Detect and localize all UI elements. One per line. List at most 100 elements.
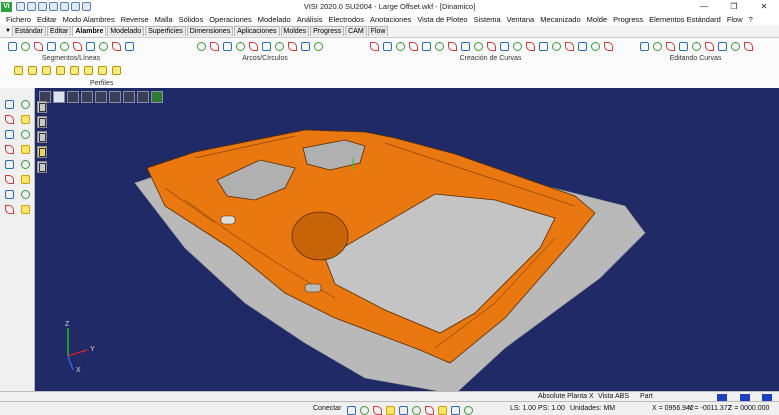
curve-tool-icon[interactable]	[550, 40, 561, 51]
menu-item[interactable]: Reverse	[118, 15, 152, 24]
menu-item[interactable]: Anotaciones	[367, 15, 414, 24]
tool-icon[interactable]	[3, 143, 15, 155]
tool-icon[interactable]	[3, 173, 15, 185]
tool-icon[interactable]	[19, 143, 31, 155]
menu-item[interactable]: ?	[746, 15, 756, 24]
tool-icon[interactable]	[19, 158, 31, 170]
profile-tool-icon[interactable]	[68, 64, 79, 75]
tool-icon[interactable]	[3, 158, 15, 170]
profile-tool-icon[interactable]	[40, 64, 51, 75]
tool-icon[interactable]	[19, 173, 31, 185]
status-tool-icon[interactable]	[345, 404, 356, 415]
profile-tool-icon[interactable]	[110, 64, 121, 75]
curve-tool-icon[interactable]	[664, 40, 675, 51]
curve-tool-icon[interactable]	[446, 40, 457, 51]
filter-icon[interactable]	[37, 101, 47, 113]
tool-icon[interactable]	[3, 188, 15, 200]
redo-icon[interactable]	[71, 2, 80, 11]
menu-item[interactable]: Modelado	[255, 15, 294, 24]
menu-item[interactable]: Sistema	[471, 15, 504, 24]
curve-tool-icon[interactable]	[742, 40, 753, 51]
status-tool-icon[interactable]	[410, 404, 421, 415]
curve-tool-icon[interactable]	[123, 40, 134, 51]
ribbon-tab[interactable]: CAM	[345, 26, 367, 36]
menu-item[interactable]: Operaciones	[206, 15, 255, 24]
new-file-icon[interactable]	[16, 2, 25, 11]
ribbon-tab[interactable]: Flow	[367, 26, 389, 36]
profile-tool-icon[interactable]	[12, 64, 23, 75]
ribbon-tab[interactable]: Modelado	[107, 26, 145, 36]
curve-tool-icon[interactable]	[19, 40, 30, 51]
curve-tool-icon[interactable]	[433, 40, 444, 51]
curve-tool-icon[interactable]	[6, 40, 17, 51]
curve-tool-icon[interactable]	[677, 40, 688, 51]
curve-tool-icon[interactable]	[563, 40, 574, 51]
ribbon-tab[interactable]: Aplicaciones	[234, 26, 280, 36]
save-icon[interactable]	[38, 2, 47, 11]
curve-tool-icon[interactable]	[299, 40, 310, 51]
status-tool-icon[interactable]	[436, 404, 447, 415]
status-tool-icon[interactable]	[462, 404, 473, 415]
undo-icon[interactable]	[60, 2, 69, 11]
view-box-icon[interactable]	[67, 91, 79, 103]
curve-tool-icon[interactable]	[221, 40, 232, 51]
curve-tool-icon[interactable]	[286, 40, 297, 51]
curve-tool-icon[interactable]	[208, 40, 219, 51]
status-tool-icon[interactable]	[397, 404, 408, 415]
tool-icon[interactable]	[19, 113, 31, 125]
status-tool-icon[interactable]	[423, 404, 434, 415]
tool-icon[interactable]	[3, 98, 15, 110]
filter-icon[interactable]	[37, 116, 47, 128]
view-left-icon[interactable]	[109, 91, 121, 103]
curve-tool-icon[interactable]	[58, 40, 69, 51]
curve-tool-icon[interactable]	[576, 40, 587, 51]
curve-tool-icon[interactable]	[260, 40, 271, 51]
view-front-icon[interactable]	[53, 91, 65, 103]
status-tool-icon[interactable]	[449, 404, 460, 415]
curve-tool-icon[interactable]	[638, 40, 649, 51]
ribbon-tab[interactable]: Superficies	[145, 26, 186, 36]
tool-icon[interactable]	[19, 203, 31, 215]
menu-item[interactable]: Flow	[724, 15, 746, 24]
tool-icon[interactable]	[19, 188, 31, 200]
maximize-button[interactable]: ❐	[719, 0, 749, 13]
status-tool-icon[interactable]	[384, 404, 395, 415]
curve-tool-icon[interactable]	[511, 40, 522, 51]
view-top-icon[interactable]	[81, 91, 93, 103]
3d-viewport[interactable]: Z Y X	[35, 88, 779, 401]
curve-tool-icon[interactable]	[524, 40, 535, 51]
menu-item[interactable]: Elementos Estándard	[646, 15, 724, 24]
menu-item[interactable]: Molde	[584, 15, 610, 24]
curve-tool-icon[interactable]	[368, 40, 379, 51]
menu-item[interactable]: Sólidos	[176, 15, 207, 24]
status-toggle[interactable]	[740, 394, 750, 401]
settings-icon[interactable]	[82, 2, 91, 11]
curve-tool-icon[interactable]	[589, 40, 600, 51]
status-toggle[interactable]	[762, 394, 772, 401]
menu-item[interactable]: Modo Alambres	[60, 15, 118, 24]
view-iso-icon[interactable]	[137, 91, 149, 103]
connect-button[interactable]: Conectar	[313, 402, 341, 415]
view-bottom-icon[interactable]	[95, 91, 107, 103]
part-model[interactable]: Z Y X	[35, 88, 779, 401]
curve-tool-icon[interactable]	[485, 40, 496, 51]
menu-item[interactable]: Fichero	[3, 15, 34, 24]
curve-tool-icon[interactable]	[110, 40, 121, 51]
curve-tool-icon[interactable]	[407, 40, 418, 51]
ribbon-tab[interactable]: Moldes	[280, 26, 310, 36]
curve-tool-icon[interactable]	[97, 40, 108, 51]
print-icon[interactable]	[49, 2, 58, 11]
status-tool-icon[interactable]	[358, 404, 369, 415]
close-button[interactable]: ✕	[749, 0, 779, 13]
menu-item[interactable]: Análisis	[294, 15, 326, 24]
curve-tool-icon[interactable]	[498, 40, 509, 51]
curve-tool-icon[interactable]	[247, 40, 258, 51]
profile-tool-icon[interactable]	[96, 64, 107, 75]
curve-tool-icon[interactable]	[234, 40, 245, 51]
curve-tool-icon[interactable]	[472, 40, 483, 51]
menu-item[interactable]: Progress	[610, 15, 646, 24]
menu-item[interactable]: Electrodos	[326, 15, 367, 24]
curve-tool-icon[interactable]	[381, 40, 392, 51]
ribbon-tab[interactable]: Editar	[47, 26, 72, 36]
tool-icon[interactable]	[3, 113, 15, 125]
